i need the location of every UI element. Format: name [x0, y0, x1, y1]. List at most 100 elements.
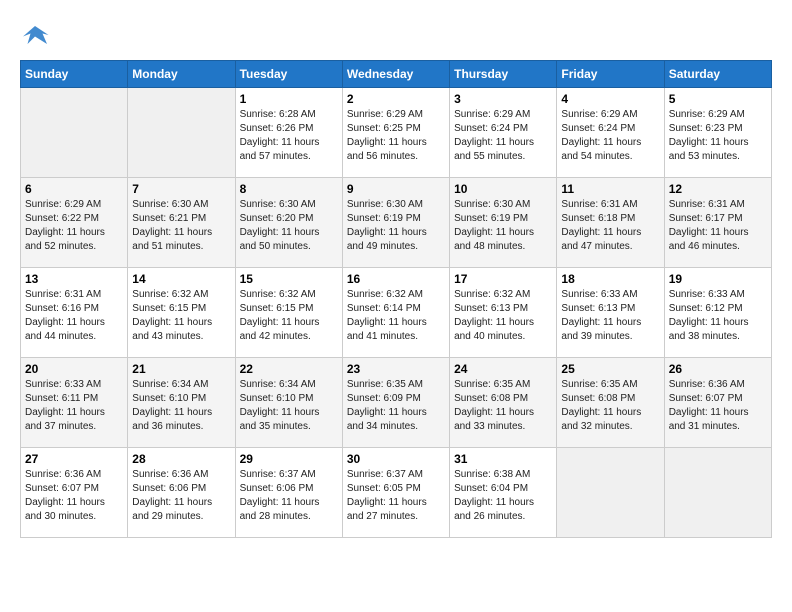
calendar-cell: 16 Sunrise: 6:32 AM Sunset: 6:14 PM Dayli… [342, 268, 449, 358]
calendar-cell: 23 Sunrise: 6:35 AM Sunset: 6:09 PM Dayli… [342, 358, 449, 448]
day-number: 23 [347, 362, 445, 376]
calendar-cell: 4 Sunrise: 6:29 AM Sunset: 6:24 PM Daylig… [557, 88, 664, 178]
calendar-cell [128, 88, 235, 178]
calendar-cell: 21Sunrise: 6:34 AM Sunset: 6:10 PM Dayli… [128, 358, 235, 448]
day-info: Sunrise: 6:36 AM Sunset: 6:07 PM Dayligh… [25, 468, 123, 524]
day-info: Sunrise: 6:32 AM Sunset: 6:13 PM Dayligh… [454, 288, 552, 344]
calendar-cell: 22 Sunrise: 6:34 AM Sunset: 6:10 PM Dayli… [235, 358, 342, 448]
weekday-header-wednesday: Wednesday [342, 61, 449, 88]
day-number: 8 [240, 182, 338, 196]
logo-bird-icon [20, 20, 50, 50]
weekday-header-tuesday: Tuesday [235, 61, 342, 88]
calendar-cell: 18 Sunrise: 6:33 AM Sunset: 6:13 PM Dayli… [557, 268, 664, 358]
weekday-header-sunday: Sunday [21, 61, 128, 88]
day-info: Sunrise: 6:29 AM Sunset: 6:24 PM Dayligh… [454, 108, 552, 164]
day-number: 13 [25, 272, 123, 286]
day-info: Sunrise: 6:36 AM Sunset: 6:06 PM Dayligh… [132, 468, 230, 524]
day-info: Sunrise: 6:34 AM Sunset: 6:10 PM Dayligh… [240, 378, 338, 434]
calendar-cell: 10Sunrise: 6:30 AM Sunset: 6:19 PM Dayli… [450, 178, 557, 268]
calendar-week-5: 27 Sunrise: 6:36 AM Sunset: 6:07 PM Dayli… [21, 448, 772, 538]
day-number: 18 [561, 272, 659, 286]
calendar-week-3: 13 Sunrise: 6:31 AM Sunset: 6:16 PM Dayli… [21, 268, 772, 358]
logo [20, 20, 54, 50]
calendar-cell: 20 Sunrise: 6:33 AM Sunset: 6:11 PM Dayli… [21, 358, 128, 448]
day-number: 4 [561, 92, 659, 106]
calendar-table: SundayMondayTuesdayWednesdayThursdayFrid… [20, 60, 772, 538]
day-number: 31 [454, 452, 552, 466]
calendar-cell: 24 Sunrise: 6:35 AM Sunset: 6:08 PM Dayli… [450, 358, 557, 448]
day-number: 26 [669, 362, 767, 376]
day-number: 16 [347, 272, 445, 286]
calendar-week-1: 1Sunrise: 6:28 AM Sunset: 6:26 PM Daylig… [21, 88, 772, 178]
day-number: 7 [132, 182, 230, 196]
day-info: Sunrise: 6:31 AM Sunset: 6:18 PM Dayligh… [561, 198, 659, 254]
day-info: Sunrise: 6:30 AM Sunset: 6:21 PM Dayligh… [132, 198, 230, 254]
calendar-cell: 6Sunrise: 6:29 AM Sunset: 6:22 PM Daylig… [21, 178, 128, 268]
calendar-cell: 13 Sunrise: 6:31 AM Sunset: 6:16 PM Dayli… [21, 268, 128, 358]
calendar-cell: 8Sunrise: 6:30 AM Sunset: 6:20 PM Daylig… [235, 178, 342, 268]
day-info: Sunrise: 6:30 AM Sunset: 6:19 PM Dayligh… [347, 198, 445, 254]
day-number: 12 [669, 182, 767, 196]
calendar-cell: 14Sunrise: 6:32 AM Sunset: 6:15 PM Dayli… [128, 268, 235, 358]
calendar-cell [21, 88, 128, 178]
day-number: 24 [454, 362, 552, 376]
day-info: Sunrise: 6:32 AM Sunset: 6:15 PM Dayligh… [240, 288, 338, 344]
day-number: 30 [347, 452, 445, 466]
calendar-cell: 17 Sunrise: 6:32 AM Sunset: 6:13 PM Dayli… [450, 268, 557, 358]
calendar-body: 1Sunrise: 6:28 AM Sunset: 6:26 PM Daylig… [21, 88, 772, 538]
weekday-header-row: SundayMondayTuesdayWednesdayThursdayFrid… [21, 61, 772, 88]
calendar-cell: 19 Sunrise: 6:33 AM Sunset: 6:12 PM Dayli… [664, 268, 771, 358]
day-info: Sunrise: 6:33 AM Sunset: 6:12 PM Dayligh… [669, 288, 767, 344]
day-info: Sunrise: 6:29 AM Sunset: 6:24 PM Dayligh… [561, 108, 659, 164]
day-info: Sunrise: 6:38 AM Sunset: 6:04 PM Dayligh… [454, 468, 552, 524]
calendar-week-4: 20 Sunrise: 6:33 AM Sunset: 6:11 PM Dayli… [21, 358, 772, 448]
calendar-cell: 29 Sunrise: 6:37 AM Sunset: 6:06 PM Dayli… [235, 448, 342, 538]
day-info: Sunrise: 6:36 AM Sunset: 6:07 PM Dayligh… [669, 378, 767, 434]
day-number: 11 [561, 182, 659, 196]
calendar-cell: 31 Sunrise: 6:38 AM Sunset: 6:04 PM Dayli… [450, 448, 557, 538]
day-info: Sunrise: 6:32 AM Sunset: 6:14 PM Dayligh… [347, 288, 445, 344]
day-number: 6 [25, 182, 123, 196]
weekday-header-monday: Monday [128, 61, 235, 88]
day-number: 22 [240, 362, 338, 376]
day-number: 17 [454, 272, 552, 286]
day-info: Sunrise: 6:31 AM Sunset: 6:17 PM Dayligh… [669, 198, 767, 254]
day-number: 14 [132, 272, 230, 286]
day-number: 20 [25, 362, 123, 376]
calendar-cell: 7 Sunrise: 6:30 AM Sunset: 6:21 PM Daylig… [128, 178, 235, 268]
day-number: 5 [669, 92, 767, 106]
day-number: 2 [347, 92, 445, 106]
calendar-cell: 30 Sunrise: 6:37 AM Sunset: 6:05 PM Dayli… [342, 448, 449, 538]
day-info: Sunrise: 6:30 AM Sunset: 6:19 PM Dayligh… [454, 198, 552, 254]
day-info: Sunrise: 6:37 AM Sunset: 6:05 PM Dayligh… [347, 468, 445, 524]
day-number: 27 [25, 452, 123, 466]
calendar-cell: 3Sunrise: 6:29 AM Sunset: 6:24 PM Daylig… [450, 88, 557, 178]
day-number: 9 [347, 182, 445, 196]
day-number: 19 [669, 272, 767, 286]
day-number: 25 [561, 362, 659, 376]
calendar-cell: 2Sunrise: 6:29 AM Sunset: 6:25 PM Daylig… [342, 88, 449, 178]
calendar-week-2: 6Sunrise: 6:29 AM Sunset: 6:22 PM Daylig… [21, 178, 772, 268]
calendar-cell: 27 Sunrise: 6:36 AM Sunset: 6:07 PM Dayli… [21, 448, 128, 538]
day-number: 28 [132, 452, 230, 466]
day-info: Sunrise: 6:37 AM Sunset: 6:06 PM Dayligh… [240, 468, 338, 524]
day-number: 15 [240, 272, 338, 286]
day-info: Sunrise: 6:33 AM Sunset: 6:11 PM Dayligh… [25, 378, 123, 434]
day-info: Sunrise: 6:33 AM Sunset: 6:13 PM Dayligh… [561, 288, 659, 344]
weekday-header-saturday: Saturday [664, 61, 771, 88]
calendar-cell: 12 Sunrise: 6:31 AM Sunset: 6:17 PM Dayli… [664, 178, 771, 268]
weekday-header-friday: Friday [557, 61, 664, 88]
calendar-cell: 11 Sunrise: 6:31 AM Sunset: 6:18 PM Dayli… [557, 178, 664, 268]
day-info: Sunrise: 6:34 AM Sunset: 6:10 PM Dayligh… [132, 378, 230, 434]
day-info: Sunrise: 6:35 AM Sunset: 6:08 PM Dayligh… [454, 378, 552, 434]
calendar-cell: 25 Sunrise: 6:35 AM Sunset: 6:08 PM Dayli… [557, 358, 664, 448]
day-info: Sunrise: 6:35 AM Sunset: 6:08 PM Dayligh… [561, 378, 659, 434]
calendar-cell: 1Sunrise: 6:28 AM Sunset: 6:26 PM Daylig… [235, 88, 342, 178]
page-header [20, 20, 772, 50]
calendar-cell: 26 Sunrise: 6:36 AM Sunset: 6:07 PM Dayli… [664, 358, 771, 448]
day-info: Sunrise: 6:35 AM Sunset: 6:09 PM Dayligh… [347, 378, 445, 434]
calendar-cell: 9 Sunrise: 6:30 AM Sunset: 6:19 PM Daylig… [342, 178, 449, 268]
day-info: Sunrise: 6:31 AM Sunset: 6:16 PM Dayligh… [25, 288, 123, 344]
day-number: 29 [240, 452, 338, 466]
calendar-cell: 28 Sunrise: 6:36 AM Sunset: 6:06 PM Dayli… [128, 448, 235, 538]
